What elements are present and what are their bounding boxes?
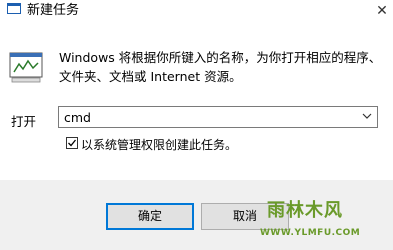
run-description: Windows 将根据你所键入的名称，为你打开相应的程序、 文件夹、文档或 In… [59, 48, 384, 86]
close-icon: ✕ [376, 3, 388, 19]
open-combobox[interactable]: cmd [58, 106, 378, 128]
run-app-icon [7, 3, 21, 14]
window-title: 新建任务 [27, 3, 80, 18]
admin-checkbox-label: 以系统管理权限创建此任务。 [81, 138, 238, 152]
checkmark-icon [68, 139, 76, 147]
description-line-2: 文件夹、文档或 Internet 资源。 [59, 69, 242, 84]
watermark-logo: 雨林木风 WWW.YLMFU.COM [255, 188, 393, 250]
ok-button[interactable]: 确定 [106, 203, 194, 230]
description-line-1: Windows 将根据你所键入的名称，为你打开相应的程序、 [59, 50, 382, 65]
watermark-url: WWW.YLMFU.COM [260, 228, 361, 238]
close-button[interactable]: ✕ [371, 0, 393, 22]
admin-checkbox[interactable] [66, 137, 78, 149]
run-dialog-icon [9, 52, 43, 83]
chevron-down-icon[interactable] [362, 111, 372, 121]
watermark-text: 雨林木风 [267, 200, 343, 221]
open-label: 打开 [11, 114, 37, 129]
open-input-value[interactable]: cmd [64, 110, 91, 125]
title-bar: 新建任务 ✕ [0, 0, 393, 30]
